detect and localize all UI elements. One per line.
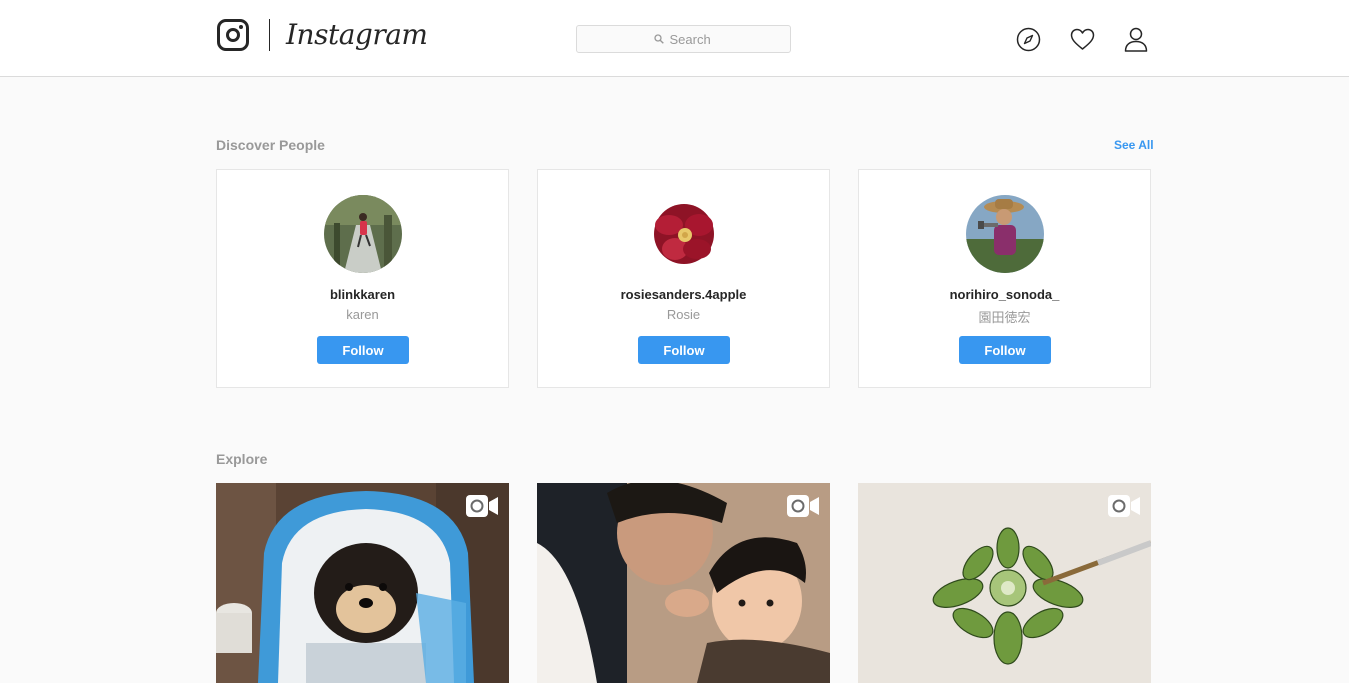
avatar-photo-blinkkaren xyxy=(324,195,402,273)
instagram-wordmark[interactable]: Instagram xyxy=(286,15,428,55)
suggested-username[interactable]: rosiesanders.4apple xyxy=(538,287,829,302)
heart-icon-graphic xyxy=(1070,28,1094,50)
compass-icon[interactable] xyxy=(1015,26,1041,52)
video-icon xyxy=(1108,495,1140,517)
suggested-full-name: karen xyxy=(346,307,379,322)
explore-tile[interactable] xyxy=(537,483,830,683)
avatar[interactable] xyxy=(324,195,402,273)
suggested-full-name: 園田徳宏 xyxy=(978,311,1031,326)
suggested-user-card: rosiesanders.4apple Rosie Follow xyxy=(537,169,830,388)
compass-icon-graphic xyxy=(1016,27,1040,51)
profile-icon[interactable] xyxy=(1123,26,1149,52)
search-box[interactable] xyxy=(576,25,791,53)
camera-lens-shape xyxy=(226,28,240,42)
logo-divider xyxy=(269,19,270,51)
avatar[interactable] xyxy=(966,195,1044,273)
follow-button[interactable]: Follow xyxy=(638,336,730,364)
camera-flash-dot xyxy=(239,25,243,29)
suggested-user-card: norihiro_sonoda_ 園田徳宏 Follow xyxy=(858,169,1151,388)
explore-tile[interactable] xyxy=(216,483,509,683)
heart-icon[interactable] xyxy=(1069,26,1095,52)
explore-heading: Explore xyxy=(216,451,268,467)
avatar[interactable] xyxy=(645,195,723,273)
top-nav-bar: Instagram xyxy=(0,0,1349,77)
suggested-user-card: blinkkaren karen Follow xyxy=(216,169,509,388)
profile-icon-graphic xyxy=(1124,27,1148,52)
search-input[interactable] xyxy=(669,31,714,47)
search-icon xyxy=(653,34,664,44)
see-all-link[interactable]: See All xyxy=(1114,138,1154,152)
suggested-username[interactable]: norihiro_sonoda_ xyxy=(859,287,1150,302)
follow-button[interactable]: Follow xyxy=(959,336,1051,364)
suggested-username[interactable]: blinkkaren xyxy=(217,287,508,302)
explore-tile[interactable] xyxy=(858,483,1151,683)
avatar-photo-norihiro xyxy=(966,195,1044,273)
avatar-photo-rosiesanders xyxy=(645,195,723,273)
video-icon xyxy=(466,495,498,517)
video-icon xyxy=(787,495,819,517)
follow-button[interactable]: Follow xyxy=(317,336,409,364)
discover-people-heading: Discover People xyxy=(216,137,325,153)
suggested-full-name: Rosie xyxy=(666,307,701,322)
instagram-camera-icon[interactable] xyxy=(217,19,249,51)
